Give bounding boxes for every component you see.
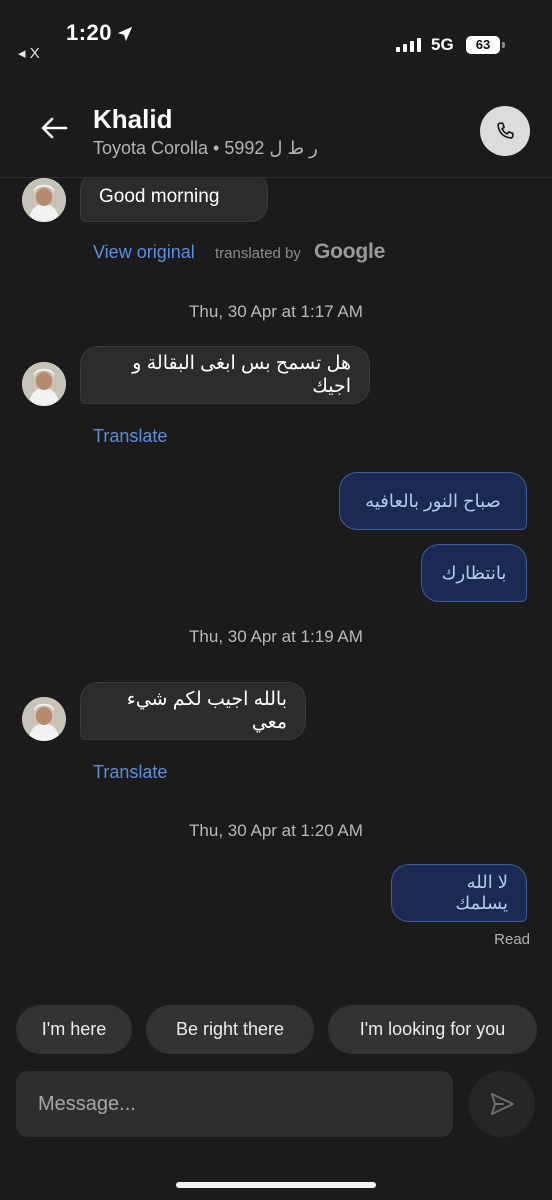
timestamp: Thu, 30 Apr at 1:17 AM [189,302,363,321]
battery-level: 63 [475,37,491,52]
message-composer [16,1071,453,1137]
avatar-image [22,697,66,741]
battery-icon: 63 [466,36,500,54]
timestamp: Thu, 30 Apr at 1:20 AM [189,821,363,840]
quick-reply-im-here[interactable]: I'm here [16,1005,132,1054]
message-text: هل تسمح بس ابغى البقالة و اجيك [132,353,351,397]
battery-tip [502,42,505,48]
call-button[interactable] [480,106,530,156]
back-to-app-link[interactable]: ◂ X [18,44,40,62]
contact-name: Khalid [93,104,173,134]
send-icon [491,1093,514,1115]
outgoing-message-bubble[interactable]: بانتظارك [421,544,527,602]
translate-link[interactable]: Translate [93,762,167,783]
translated-by-label: translated by [215,245,301,262]
message-text: صباح النور بالعافيه [365,490,501,511]
phone-icon [497,122,514,139]
timestamp: Thu, 30 Apr at 1:19 AM [189,627,363,646]
message-text: بانتظارك [441,562,507,583]
chat-header: Khalid Toyota Corolla • 5992 ر ط ل [0,80,552,178]
status-bar: ◂ X 1:20 5G 63 [0,0,552,80]
message-text: Good morning [99,186,220,207]
message-text: لا الله يسلمك [455,872,508,913]
back-arrow-icon[interactable] [40,116,68,140]
google-logo: Google [314,240,386,263]
network-type: 5G [431,35,454,54]
outgoing-message-bubble[interactable]: لا الله يسلمك [391,864,527,922]
message-text: بالله اجيب لكم شيء معي [126,689,287,733]
avatar-image [22,178,66,222]
status-time: 1:20 [66,20,113,45]
view-original-link[interactable]: View original [93,242,195,263]
quick-reply-be-right-there[interactable]: Be right there [146,1005,314,1054]
translate-link[interactable]: Translate [93,426,167,447]
message-input[interactable] [16,1071,453,1137]
home-indicator[interactable] [176,1182,376,1188]
read-receipt: Read [494,931,530,948]
signal-icon [396,38,421,52]
quick-reply-looking-for-you[interactable]: I'm looking for you [328,1005,537,1054]
incoming-message-bubble[interactable]: Good morning [80,178,268,222]
message-list[interactable]: Good morning View original translated by… [0,178,552,998]
incoming-message-bubble[interactable]: بالله اجيب لكم شيء معي [80,682,306,740]
avatar-image [22,362,66,406]
driver-avatar [22,178,66,222]
quick-replies: I'm here Be right there I'm looking for … [0,1005,552,1055]
vehicle-info: Toyota Corolla • 5992 ر ط ل [93,138,318,158]
send-button[interactable] [469,1071,535,1137]
outgoing-message-bubble[interactable]: صباح النور بالعافيه [339,472,527,530]
incoming-message-bubble[interactable]: هل تسمح بس ابغى البقالة و اجيك [80,346,370,404]
driver-avatar [22,697,66,741]
driver-avatar [22,362,66,406]
location-arrow-icon [117,26,133,42]
